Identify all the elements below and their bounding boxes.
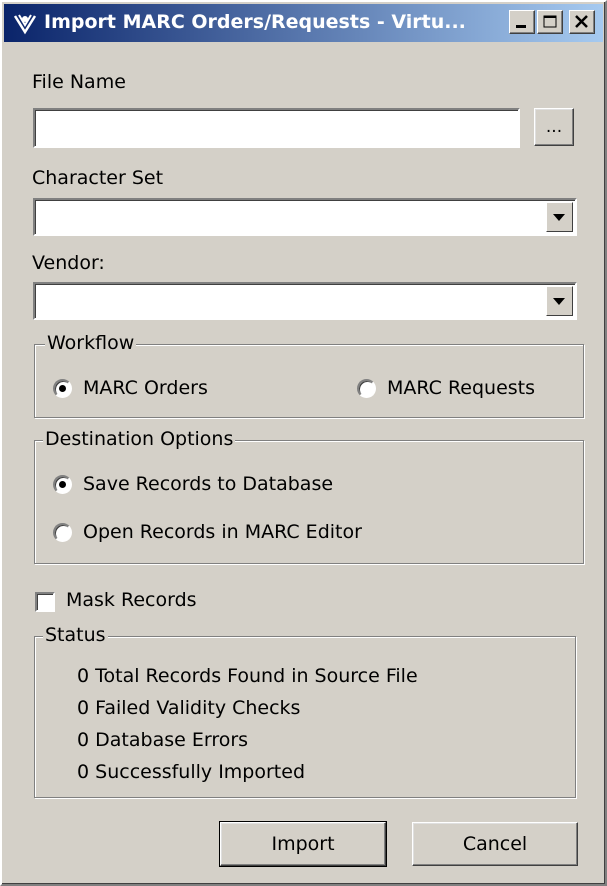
close-icon [575,15,588,28]
import-button[interactable]: Import [219,821,387,867]
chevron-down-icon [553,298,565,305]
mask-records-label[interactable]: Mask Records [66,589,197,611]
open-marc-editor-radio[interactable] [53,523,72,542]
vendor-label: Vendor: [32,252,105,274]
save-records-label[interactable]: Save Records to Database [83,473,333,495]
status-label: Database Errors [95,729,249,751]
status-count: 0 [77,761,90,783]
save-records-radio[interactable] [53,475,72,494]
status-count: 0 [77,665,90,687]
import-dialog: Import MARC Orders/Requests - Virtu... F… [0,0,607,886]
maximize-icon [543,15,557,28]
status-row-failed-validity: 0 Failed Validity Checks [77,697,300,719]
cancel-button[interactable]: Cancel [412,822,578,866]
marc-orders-label[interactable]: MARC Orders [83,377,208,399]
status-legend: Status [43,624,108,646]
status-label: Failed Validity Checks [95,697,301,719]
close-button[interactable] [569,10,595,34]
destination-options-legend: Destination Options [43,428,236,450]
status-row-total-records: 0 Total Records Found in Source File [77,665,418,687]
file-name-field[interactable] [33,108,520,148]
file-name-input[interactable] [35,110,518,146]
window-title: Import MARC Orders/Requests - Virtu... [44,11,466,33]
character-set-label: Character Set [32,167,164,189]
vendor-select[interactable] [33,282,577,320]
marc-requests-radio[interactable] [357,379,376,398]
character-set-select[interactable] [33,198,577,236]
status-row-database-errors: 0 Database Errors [77,729,248,751]
mask-records-checkbox[interactable] [35,592,55,612]
status-group: Status 0 Total Records Found in Source F… [34,624,576,798]
minimize-button[interactable] [509,10,535,34]
chevron-down-icon [553,214,565,221]
vendor-dropdown-button[interactable] [546,286,573,316]
open-marc-editor-label[interactable]: Open Records in MARC Editor [83,521,362,543]
workflow-group: Workflow MARC Orders MARC Requests [34,332,584,418]
status-label: Total Records Found in Source File [95,665,418,687]
minimize-icon [516,25,526,28]
file-name-label: File Name [32,71,126,93]
status-count: 0 [77,697,90,719]
status-count: 0 [77,729,90,751]
maximize-button[interactable] [537,10,563,34]
status-row-successfully-imported: 0 Successfully Imported [77,761,305,783]
character-set-dropdown-button[interactable] [546,202,573,232]
workflow-legend: Workflow [45,332,137,354]
app-icon [13,14,37,35]
marc-orders-radio[interactable] [53,379,72,398]
browse-button[interactable]: ... [534,108,574,146]
status-label: Successfully Imported [95,761,306,783]
marc-requests-label[interactable]: MARC Requests [387,377,535,399]
title-bar[interactable]: Import MARC Orders/Requests - Virtu... [4,4,603,42]
destination-options-group: Destination Options Save Records to Data… [34,428,584,564]
